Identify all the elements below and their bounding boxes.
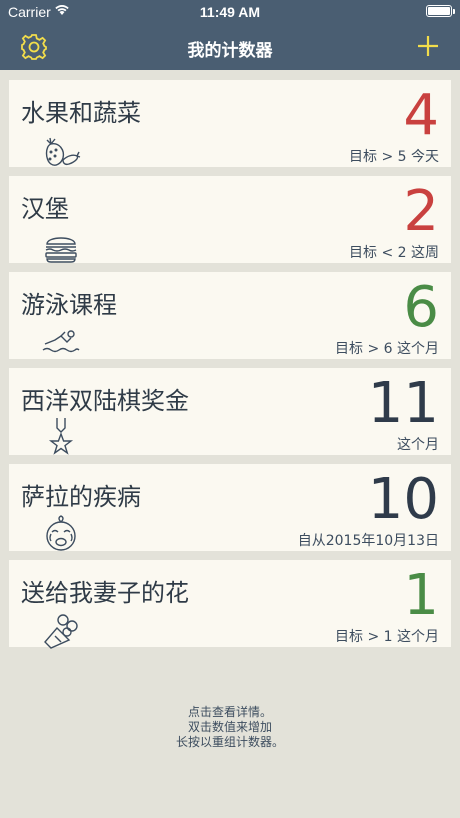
clock: 11:49 AM: [199, 4, 261, 20]
battery-icon: [426, 5, 455, 17]
counter-name: 水果和蔬菜: [21, 99, 141, 127]
status-bar: Carrier 11:49 AM: [0, 0, 460, 24]
hint-line-tap: 点击查看详情。: [187, 705, 272, 719]
counter-card[interactable]: 萨拉的疾病 10 自从2015年10月13日: [9, 464, 451, 551]
usage-hint: 点击查看详情。 双击数值来增加 长按以重组计数器。: [0, 705, 460, 750]
nav-bar: 我的计数器: [0, 24, 460, 70]
fruit-vegetable-icon: [45, 137, 81, 166]
counter-value[interactable]: 2: [403, 184, 439, 240]
counter-name: 西洋双陆棋奖金: [21, 387, 189, 415]
counter-goal: 目标 > 1 这个月: [335, 629, 439, 645]
counter-goal: 这个月: [397, 437, 439, 453]
counter-name: 萨拉的疾病: [21, 483, 141, 511]
counter-value[interactable]: 4: [403, 88, 439, 144]
counter-goal: 自从2015年10月13日: [297, 533, 439, 549]
flower-bouquet-icon: [44, 614, 78, 649]
counter-goal: 目标 < 2 这周: [349, 245, 439, 261]
medal-star-icon: [48, 418, 74, 455]
plus-icon[interactable]: [416, 34, 440, 58]
hint-line-double-tap: 双击数值来增加: [187, 720, 272, 734]
counter-card[interactable]: 西洋双陆棋奖金 11 这个月: [9, 368, 451, 455]
counter-value[interactable]: 10: [368, 472, 439, 528]
crying-baby-icon: [46, 515, 76, 551]
hint-line-long-press: 长按以重组计数器。: [175, 735, 284, 749]
counter-card[interactable]: 送给我妻子的花 1 目标 > 1 这个月: [9, 560, 451, 649]
page-title: 我的计数器: [187, 41, 273, 61]
counter-value[interactable]: 1: [403, 568, 439, 624]
counter-card[interactable]: 水果和蔬菜 4 目标 > 5 今天: [9, 80, 451, 167]
counter-card[interactable]: 游泳课程 6 目标 > 6 这个月: [9, 272, 451, 359]
counter-goal: 目标 > 5 今天: [349, 149, 439, 165]
counter-name: 送给我妻子的花: [21, 579, 189, 607]
counter-goal: 目标 > 6 这个月: [335, 341, 439, 357]
counter-card[interactable]: 汉堡 2 目标 < 2 这周: [9, 176, 451, 263]
swimmer-icon: [42, 330, 80, 353]
counter-name: 游泳课程: [21, 291, 117, 319]
counter-value[interactable]: 6: [403, 280, 439, 336]
burger-icon: [45, 237, 77, 263]
counter-name: 汉堡: [21, 195, 69, 223]
counter-value[interactable]: 11: [368, 376, 439, 432]
